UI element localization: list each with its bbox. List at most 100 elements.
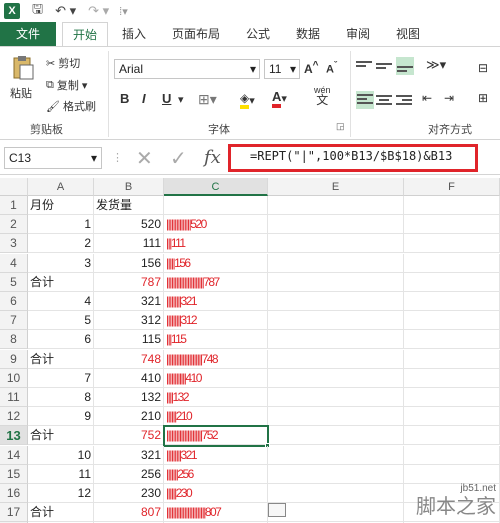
cell-f[interactable] [404,234,500,254]
paste-options-icon[interactable] [268,503,286,517]
cell-c[interactable]: ||||132 [164,388,268,407]
cell-c[interactable]: |||||||||||||||520 [164,215,268,235]
cell-e[interactable] [268,196,404,215]
font-name-select[interactable]: Arial ▾ [114,59,260,79]
cell-a[interactable]: 5 [28,311,94,331]
cell-e[interactable] [268,368,404,388]
row-header[interactable]: 16 [0,484,28,503]
cell-b[interactable]: 230 [94,484,164,503]
cell-e[interactable] [268,234,404,254]
cell-c[interactable]: |||||||||||||||||||||||787 [164,272,268,292]
align-left-icon[interactable] [356,91,374,109]
cell-a[interactable]: 11 [28,464,94,484]
select-all-corner[interactable] [0,178,28,196]
row-header[interactable]: 4 [0,253,28,273]
tab-view[interactable]: 视图 [396,22,420,46]
cell-b[interactable]: 132 [94,388,164,407]
cell-b[interactable]: 321 [94,292,164,311]
cell-e[interactable] [268,253,404,273]
cell-c[interactable]: |||||||||321 [164,292,268,311]
cell-c[interactable]: ||||||210 [164,407,268,427]
cell-a[interactable]: 12 [28,484,94,503]
font-dialog-launcher[interactable]: ◲ [336,121,345,132]
underline-dropdown[interactable]: ▾ [178,93,184,106]
cell-e[interactable] [268,426,404,446]
cell-f[interactable] [404,349,500,369]
cell-c[interactable]: |||||156 [164,253,268,273]
cell-e[interactable] [268,407,404,427]
cell-f[interactable] [404,215,500,235]
cell-e[interactable] [268,484,404,503]
cell-b[interactable]: 156 [94,253,164,273]
row-header[interactable]: 2 [0,215,28,235]
row-header[interactable]: 11 [0,388,28,407]
cell-f[interactable] [404,311,500,331]
row-header[interactable]: 12 [0,407,28,427]
underline-button[interactable]: U [162,91,171,106]
cell-f[interactable] [404,272,500,292]
cell-f[interactable] [404,253,500,273]
fill-color-button[interactable]: ◈ ▾ [240,91,255,109]
cell-c[interactable]: |||||||256 [164,464,268,484]
cell-a[interactable]: 2 [28,234,94,254]
undo-icon[interactable]: ↶ ▾ [55,3,76,19]
cell-a[interactable]: 8 [28,388,94,407]
cell-f[interactable] [404,292,500,311]
increase-indent-icon[interactable]: ⇥ [444,91,454,105]
confirm-formula-icon[interactable]: ✓ [170,146,187,171]
tab-insert[interactable]: 插入 [122,22,146,46]
cell-c[interactable]: |||||||||312 [164,311,268,331]
cell-c[interactable]: |||115 [164,330,268,350]
formula-bar-grip-icon[interactable]: ⋮ [112,151,123,164]
wrap-text-icon[interactable]: ⊟ [478,61,488,75]
cell-e[interactable] [268,215,404,235]
redo-icon[interactable]: ↷ ▾ [88,3,109,19]
cell-b[interactable]: 410 [94,368,164,388]
cell-b[interactable]: 787 [94,272,164,292]
column-header-e[interactable]: E [268,178,404,196]
cell-c[interactable]: |||111 [164,234,268,254]
cell-b[interactable]: 748 [94,349,164,369]
merge-center-icon[interactable]: ⊞ [478,91,488,105]
cell-a[interactable]: 3 [28,253,94,273]
tab-review[interactable]: 审阅 [346,22,370,46]
cell-c[interactable]: |||||||||321 [164,445,268,465]
cell-b[interactable]: 807 [94,503,164,523]
row-header[interactable]: 15 [0,464,28,484]
cell-a[interactable]: 月份 [28,196,94,215]
column-header-b[interactable]: B [94,178,164,196]
cell-e[interactable] [268,445,404,465]
column-header-c[interactable]: C [164,178,268,196]
tab-file[interactable]: 文件 [0,22,56,46]
cell-a[interactable]: 合计 [28,272,94,292]
paste-button[interactable] [8,55,38,85]
align-center-icon[interactable] [376,93,392,107]
cell-b[interactable]: 520 [94,215,164,235]
row-header[interactable]: 17 [0,503,28,523]
font-color-button[interactable]: A ▾ [272,89,287,108]
paste-label[interactable]: 粘贴 [10,85,32,101]
cell-e[interactable] [268,503,404,523]
cancel-formula-icon[interactable]: ✕ [136,146,153,171]
cell-e[interactable] [268,292,404,311]
customize-qat-icon[interactable]: ⁞▾ [119,5,128,18]
cell-a[interactable]: 合计 [28,503,94,523]
middle-align-icon[interactable] [376,59,392,73]
cell-a[interactable]: 9 [28,407,94,427]
cell-b[interactable]: 321 [94,445,164,465]
column-header-f[interactable]: F [404,178,500,196]
row-header[interactable]: 10 [0,368,28,388]
cell-f[interactable] [404,445,500,465]
name-box[interactable]: C13 ▾ [4,147,102,169]
cell-f[interactable] [404,426,500,446]
row-header[interactable]: 8 [0,330,28,350]
cell-a[interactable]: 10 [28,445,94,465]
cell-b[interactable]: 发货量 [94,196,164,215]
italic-button[interactable]: I [142,91,146,106]
tab-page-layout[interactable]: 页面布局 [172,22,220,46]
tab-data[interactable]: 数据 [296,22,320,46]
column-header-a[interactable]: A [28,178,94,196]
cell-a[interactable]: 合计 [28,349,94,369]
row-header[interactable]: 14 [0,445,28,465]
cell-a[interactable]: 6 [28,330,94,350]
